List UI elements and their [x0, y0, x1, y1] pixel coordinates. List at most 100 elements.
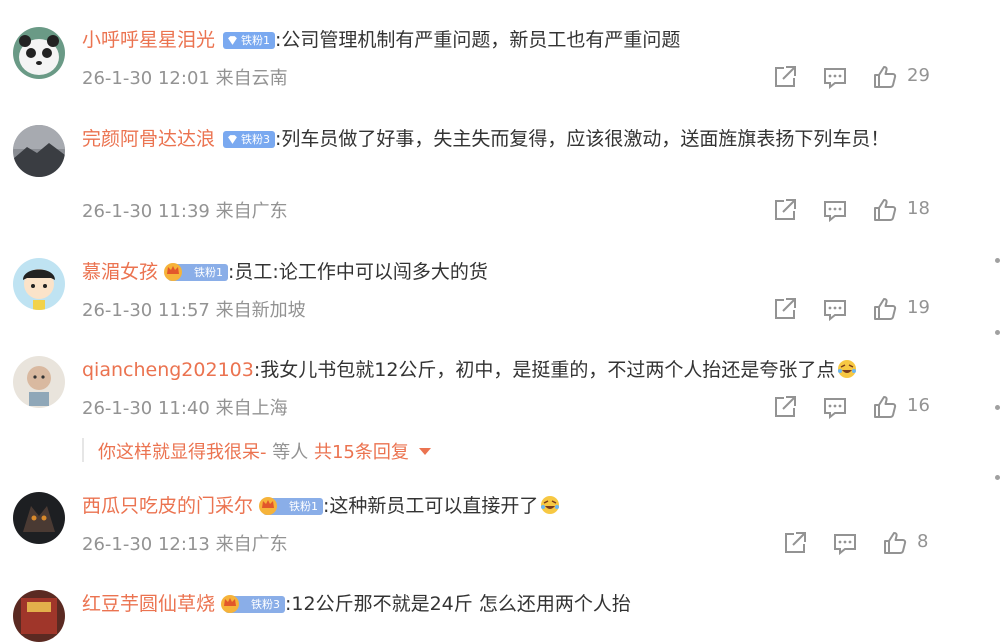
comment-icon: [824, 201, 846, 223]
share-button[interactable]: [772, 296, 798, 322]
username[interactable]: 慕湄女孩: [82, 261, 158, 283]
comment-line: 西瓜只吃皮的门采尔 铁粉1:这种新员工可以直接开了: [82, 490, 920, 523]
side-panel-edge: [992, 0, 1000, 624]
reply-count[interactable]: 共15条回复: [314, 442, 409, 463]
comment-item: 小呼呼星星泪光 铁粉1:公司管理机制有严重问题，新员工也有严重问题 26-1-30…: [0, 24, 980, 94]
username[interactable]: 西瓜只吃皮的门采尔: [82, 495, 253, 517]
timestamp: 26-1-30 12:01: [82, 68, 210, 89]
comment-meta: 26-1-30 11:40 来自上海: [82, 394, 288, 420]
thumbs-up-icon: [874, 298, 897, 320]
timestamp: 26-1-30 11:40: [82, 398, 210, 419]
diamond-icon: [228, 135, 237, 144]
share-button[interactable]: [772, 197, 798, 223]
crown-icon: [164, 263, 183, 281]
fan-badge[interactable]: 铁粉1: [164, 263, 229, 281]
action-bar: 29: [772, 64, 932, 90]
comment-item: 慕湄女孩 铁粉1:员工:论工作中可以闯多大的货 26-1-30 11:57 来自新…: [0, 256, 980, 326]
timestamp: 26-1-30 11:39: [82, 201, 210, 222]
comment-item: 西瓜只吃皮的门采尔 铁粉1:这种新员工可以直接开了 26-1-30 12:13 来…: [0, 490, 980, 560]
comment-icon: [824, 300, 846, 322]
crown-icon: [259, 497, 278, 515]
badge-label: 铁粉3: [251, 598, 281, 611]
comment-item: 红豆芋圆仙草烧 铁粉3:12公斤那不就是24斤 怎么还用两个人抬: [0, 588, 980, 642]
avatar[interactable]: [13, 492, 65, 544]
avatar[interactable]: [13, 125, 65, 177]
comment-button[interactable]: [832, 530, 858, 556]
thumbs-up-icon: [874, 66, 897, 88]
comment-button[interactable]: [822, 197, 848, 223]
username[interactable]: 小呼呼星星泪光: [82, 29, 215, 51]
share-button[interactable]: [772, 394, 798, 420]
comment-line: 完颜阿骨达达浪 铁粉3:列车员做了好事，失主失而复得，应该很激动，送面旌旗表扬下列…: [82, 123, 895, 156]
comment-text: 12公斤那不就是24斤 怎么还用两个人抬: [291, 593, 631, 615]
username[interactable]: 完颜阿骨达达浪: [82, 128, 215, 150]
laughing-emoji-icon: [838, 360, 857, 378]
comment-text: 列车员做了好事，失主失而复得，应该很激动，送面旌旗表扬下列车员！: [281, 128, 890, 150]
like-count: 18: [907, 198, 930, 219]
comment-icon: [834, 534, 856, 556]
action-bar: 16: [772, 394, 932, 420]
like-button[interactable]: 16: [872, 394, 932, 420]
action-bar: 19: [772, 296, 932, 322]
like-button[interactable]: 29: [872, 64, 932, 90]
badge-label: 铁粉1: [289, 500, 319, 513]
avatar[interactable]: [13, 356, 65, 408]
location: 来自上海: [215, 398, 288, 419]
action-bar: 18: [772, 197, 932, 223]
like-count: 19: [907, 297, 930, 318]
comment-item: qiancheng202103:我女儿书包就12公斤，初中，是挺重的，不过两个人…: [0, 354, 980, 474]
thumbs-up-icon: [874, 396, 897, 418]
location: 来自广东: [215, 534, 288, 555]
like-count: 16: [907, 395, 930, 416]
username[interactable]: 红豆芋圆仙草烧: [82, 593, 215, 615]
comment-icon: [824, 398, 846, 420]
badge-label: 铁粉1: [241, 34, 271, 47]
badge-label: 铁粉3: [241, 133, 271, 146]
location: 来自云南: [215, 68, 288, 89]
fan-badge[interactable]: 铁粉1: [223, 32, 276, 49]
like-button[interactable]: 8: [882, 530, 942, 556]
comment-meta: 26-1-30 11:39 来自广东: [82, 197, 288, 223]
like-button[interactable]: 18: [872, 197, 932, 223]
avatar[interactable]: [13, 590, 65, 642]
reply-divider: [82, 438, 84, 462]
like-button[interactable]: 19: [872, 296, 932, 322]
location: 来自广东: [215, 201, 288, 222]
comment-text: 我女儿书包就12公斤，初中，是挺重的，不过两个人抬还是夸张了点: [260, 359, 836, 381]
thumbs-up-icon: [874, 199, 897, 221]
reply-middle: 等人: [272, 442, 309, 463]
comment-line: 小呼呼星星泪光 铁粉1:公司管理机制有严重问题，新员工也有严重问题: [82, 24, 920, 57]
comment-button[interactable]: [822, 394, 848, 420]
fan-badge[interactable]: 铁粉1: [259, 497, 324, 515]
comment-button[interactable]: [822, 64, 848, 90]
comment-text: 员工:论工作中可以闯多大的货: [234, 261, 488, 283]
comment-line: 慕湄女孩 铁粉1:员工:论工作中可以闯多大的货: [82, 256, 920, 289]
username[interactable]: qiancheng202103: [82, 359, 254, 381]
comment-text: 公司管理机制有严重问题，新员工也有严重问题: [281, 29, 681, 51]
share-icon: [775, 396, 796, 417]
share-button[interactable]: [782, 530, 808, 556]
reply-author[interactable]: 你这样就显得我很呆-: [98, 442, 267, 463]
timestamp: 26-1-30 12:13: [82, 534, 210, 555]
fan-badge[interactable]: 铁粉3: [223, 131, 276, 148]
share-icon: [775, 66, 796, 87]
comment-item: 完颜阿骨达达浪 铁粉3:列车员做了好事，失主失而复得，应该很激动，送面旌旗表扬下列…: [0, 123, 980, 233]
comment-meta: 26-1-30 12:01 来自云南: [82, 64, 288, 90]
comment-button[interactable]: [822, 296, 848, 322]
share-icon: [785, 532, 806, 553]
expand-caret-icon[interactable]: [418, 448, 431, 455]
laughing-emoji-icon: [541, 496, 560, 514]
comment-line: 红豆芋圆仙草烧 铁粉3:12公斤那不就是24斤 怎么还用两个人抬: [82, 588, 920, 621]
share-icon: [775, 298, 796, 319]
fan-badge[interactable]: 铁粉3: [221, 595, 286, 613]
comment-icon: [824, 68, 846, 90]
share-button[interactable]: [772, 64, 798, 90]
comment-meta: 26-1-30 12:13 来自广东: [82, 530, 288, 556]
reply-summary[interactable]: 你这样就显得我很呆- 等人 共15条回复: [98, 438, 431, 464]
diamond-icon: [228, 36, 237, 45]
comment-text: 这种新员工可以直接开了: [329, 495, 539, 517]
avatar[interactable]: [13, 27, 65, 79]
avatar[interactable]: [13, 258, 65, 310]
location: 来自新加坡: [215, 300, 306, 321]
comment-line: qiancheng202103:我女儿书包就12公斤，初中，是挺重的，不过两个人…: [82, 354, 920, 387]
